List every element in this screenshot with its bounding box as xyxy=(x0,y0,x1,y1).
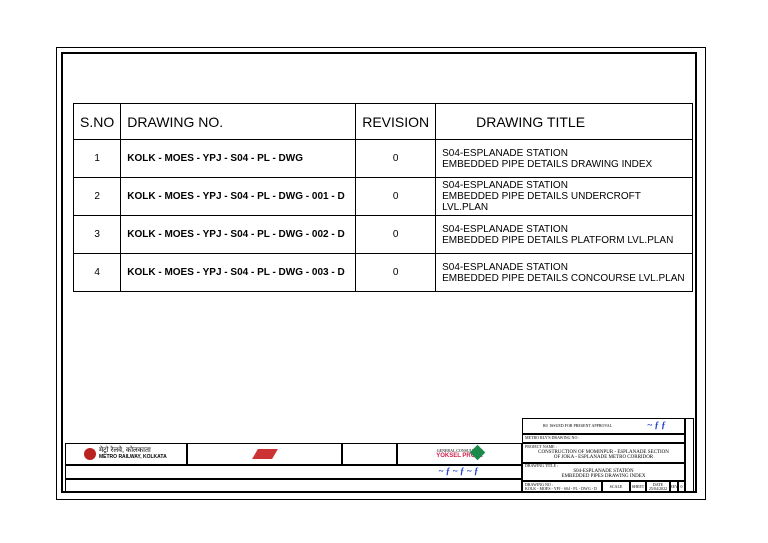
title-line1: S04-ESPLANADE STATION xyxy=(442,147,568,159)
cell-sno: 2 xyxy=(72,177,122,216)
cell-sno: 4 xyxy=(72,253,122,292)
approval-signatures: ~ ƒ ƒ xyxy=(647,420,666,431)
cell-drawing-no: KOLK - MOES - YPJ - S04 - PL - DWG - 003… xyxy=(120,253,357,292)
names-row xyxy=(65,479,522,493)
title-line1: S04-ESPLANADE STATION xyxy=(442,223,568,235)
table-header: S.NO DRAWING NO. REVISION DRAWING TITLE xyxy=(72,103,693,140)
scale-label: SCALE xyxy=(602,481,630,493)
project-line2: OF JOKA - ESPLANADE METRO CORRIDOR xyxy=(553,455,654,461)
cell-title: S04-ESPLANADE STATION EMBEDDED PIPE DETAI… xyxy=(435,215,693,254)
cell-drawing-no: KOLK - MOES - YPJ - S04 - PL - DWG - 002… xyxy=(120,215,357,254)
drawing-index-table: S.NO DRAWING NO. REVISION DRAWING TITLE … xyxy=(72,103,693,292)
signature-row: ~ ƒ ~ ƒ ~ ƒ xyxy=(65,465,522,479)
consultant-logo-block xyxy=(187,443,342,465)
metro-dwg-label: METRO RLY'S DRAWING NO : xyxy=(522,434,685,443)
rev-desc: ISSUED FOR PRESENT APPROVAL xyxy=(549,422,613,428)
drawing-title-block: DRAWING TITLE : S04-ESPLANADE STATION EM… xyxy=(522,463,685,481)
side-strip xyxy=(685,418,694,493)
rvnl-logo-icon xyxy=(251,449,278,459)
title-line1: S04-ESPLANADE STATION xyxy=(442,180,568,191)
rev-label: REV xyxy=(670,481,678,493)
title-line2: EMBEDDED PIPE DETAILS PLATFORM LVL.PLAN xyxy=(442,234,674,246)
client-name: METRO RAILWAY, KOLKATA xyxy=(99,454,167,461)
header-sno: S.NO xyxy=(72,103,122,140)
header-revision: REVISION xyxy=(355,103,437,140)
drawing-number-row: DRAWING NO : KOLK - MOES - YPJ - S04 - PL… xyxy=(522,481,685,493)
contractor-logo-block: GENERAL CONSULTANT YOKSEL PROJE xyxy=(397,443,522,465)
project-name-block: PROJECT NAME : CONSTRUCTION OF MOMINPUR … xyxy=(522,443,685,463)
table-row: 3 KOLK - MOES - YPJ - S04 - PL - DWG - 0… xyxy=(72,215,693,254)
cell-revision: 0 xyxy=(355,253,437,292)
title-line2: EMBEDDED PIPE DETAILS UNDERCROFT LVL.PLA… xyxy=(442,191,641,213)
rev-value: 0 xyxy=(678,481,685,493)
cell-sno: 3 xyxy=(72,215,122,254)
table-row: 2 KOLK - MOES - YPJ - S04 - PL - DWG - 0… xyxy=(72,177,693,216)
consultant-approval-cell xyxy=(342,443,397,465)
cell-revision: 0 xyxy=(355,139,437,178)
signature: ~ ƒ ~ ƒ ~ ƒ xyxy=(438,466,479,477)
cell-drawing-no: KOLK - MOES - YPJ - S04 - PL - DWG xyxy=(120,139,357,178)
rev-no: R0 xyxy=(543,422,548,428)
cell-revision: 0 xyxy=(355,177,437,216)
header-drawing-no: DRAWING NO. xyxy=(120,103,357,140)
revision-row: R0 ISSUED FOR PRESENT APPROVAL ~ ƒ ƒ xyxy=(522,418,685,434)
header-drawing-title: DRAWING TITLE xyxy=(435,103,693,140)
cell-title: S04-ESPLANADE STATION EMBEDDED PIPE DETAI… xyxy=(435,139,693,178)
cell-sno: 1 xyxy=(72,139,122,178)
title-line1: S04-ESPLANADE STATION xyxy=(442,261,568,273)
metro-railway-logo-icon xyxy=(84,448,96,460)
table-row: 4 KOLK - MOES - YPJ - S04 - PL - DWG - 0… xyxy=(72,253,693,292)
cell-title: S04-ESPLANADE STATION EMBEDDED PIPE DETAI… xyxy=(435,253,693,292)
title-line2: EMBEDDED PIPE DETAILS DRAWING INDEX xyxy=(442,158,653,170)
cell-drawing-no: KOLK - MOES - YPJ - S04 - PL - DWG - 001… xyxy=(120,177,357,216)
sheet-label: SHEET xyxy=(630,481,646,493)
client-logo-block: मेट्रो रेलवे, कोलकाता METRO RAILWAY, KOLK… xyxy=(65,443,187,465)
table-row: 1 KOLK - MOES - YPJ - S04 - PL - DWG 0 S… xyxy=(72,139,693,178)
title-line2: EMBEDDED PIPES DRAWING INDEX xyxy=(561,474,646,480)
date: 25/04/2022 xyxy=(648,486,668,491)
cell-title: S04-ESPLANADE STATION EMBEDDED PIPE DETAI… xyxy=(435,177,693,216)
cell-revision: 0 xyxy=(355,215,437,254)
dwg-no: KOLK - MOES - YPJ - S04 - PL - DWG - D xyxy=(525,486,597,491)
title-line2: EMBEDDED PIPE DETAILS CONCOURSE LVL.PLAN xyxy=(442,272,685,284)
